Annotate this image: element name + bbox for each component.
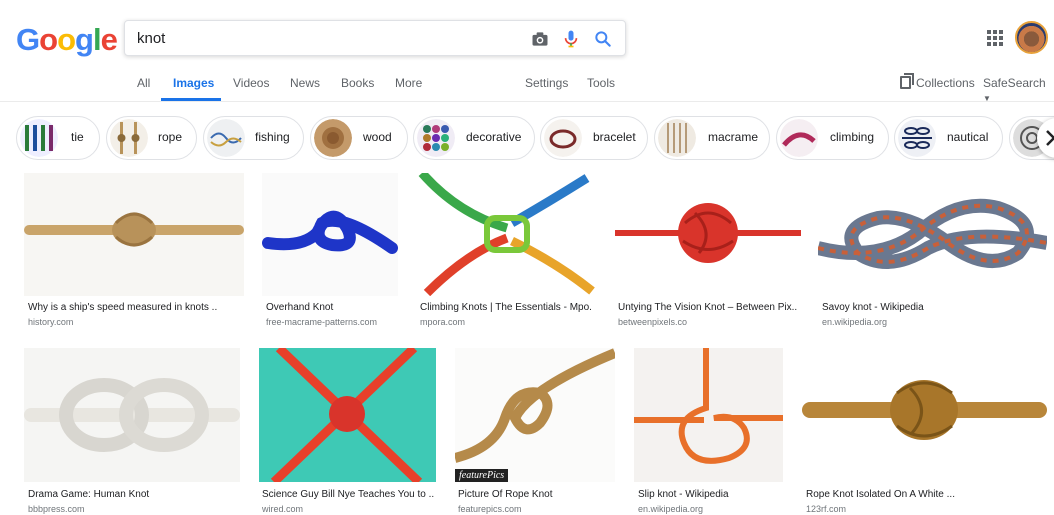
result-title[interactable]: Picture Of Rope Knot: [458, 489, 608, 500]
result-thumbnail[interactable]: [259, 348, 436, 482]
result-source: en.wikipedia.org: [638, 504, 704, 514]
result-title[interactable]: Untying The Vision Knot – Between Pix...: [618, 302, 798, 313]
apps-grid-icon[interactable]: [987, 30, 1003, 46]
chip-label: rope: [158, 130, 183, 144]
result-title[interactable]: Overhand Knot: [266, 302, 396, 313]
result-thumbnail[interactable]: [417, 173, 596, 296]
result-title[interactable]: Drama Game: Human Knot: [28, 489, 228, 500]
logo-letter: e: [100, 22, 118, 57]
watermark: featurePics: [455, 469, 509, 482]
chip-thumbnail: [898, 119, 936, 157]
result-thumbnail[interactable]: [634, 348, 783, 482]
chip-thumbnail: [544, 119, 582, 157]
tab-news[interactable]: News: [290, 76, 320, 90]
safesearch-label: SafeSearch: [983, 76, 1046, 90]
chip-thumbnail: [314, 119, 352, 157]
chevron-right-icon: [1046, 130, 1054, 146]
chip-macrame[interactable]: macrame: [654, 116, 770, 160]
tab-videos[interactable]: Videos: [233, 76, 269, 90]
result-source: free-macrame-patterns.com: [266, 317, 378, 327]
search-tabs: All Images Videos News Books More Settin…: [0, 62, 1054, 104]
result-thumbnail[interactable]: [802, 348, 1047, 482]
chip-fishing[interactable]: fishing: [203, 116, 304, 160]
collections-icon[interactable]: [900, 73, 914, 89]
logo-letter: o: [57, 22, 76, 57]
chip-nautical[interactable]: nautical: [894, 116, 1003, 160]
camera-icon[interactable]: [530, 29, 550, 49]
related-chips: tie rope fishing wood decorative bracele…: [0, 112, 1054, 164]
chip-bracelet[interactable]: bracelet: [540, 116, 648, 160]
tab-more[interactable]: More: [395, 76, 422, 90]
chip-thumbnail: [207, 119, 245, 157]
tab-tools[interactable]: Tools: [587, 76, 615, 90]
chip-thumbnail: [780, 119, 818, 157]
result-source: mpora.com: [420, 317, 466, 327]
result-title[interactable]: Rope Knot Isolated On A White ...: [806, 489, 1006, 500]
chip-label: bracelet: [593, 130, 636, 144]
result-thumbnail[interactable]: [24, 173, 244, 296]
chip-label: climbing: [830, 130, 875, 144]
result-thumbnail[interactable]: [262, 173, 398, 296]
chip-wood[interactable]: wood: [310, 116, 408, 160]
chip-decorative[interactable]: decorative: [413, 116, 535, 160]
chip-label: nautical: [947, 130, 989, 144]
chip-label: tie: [71, 130, 84, 144]
result-source: bbbpress.com: [28, 504, 85, 514]
tab-books[interactable]: Books: [341, 76, 374, 90]
tab-images[interactable]: Images: [173, 76, 214, 90]
result-title[interactable]: Climbing Knots | The Essentials - Mpo...: [420, 302, 592, 313]
chip-label: macrame: [708, 130, 759, 144]
tab-settings[interactable]: Settings: [525, 76, 568, 90]
search-box[interactable]: [124, 20, 626, 56]
result-title[interactable]: Why is a ship's speed measured in knots …: [28, 302, 218, 313]
logo-letter: g: [75, 22, 94, 57]
google-logo[interactable]: Google: [16, 22, 118, 58]
chip-thumbnail: [658, 119, 696, 157]
search-input[interactable]: [137, 30, 517, 47]
chip-rope[interactable]: rope: [106, 116, 197, 160]
chip-label: wood: [363, 130, 392, 144]
result-title[interactable]: Savoy knot - Wikipedia: [822, 302, 1022, 313]
result-thumbnail[interactable]: featurePics: [455, 348, 615, 482]
chip-climbing[interactable]: climbing: [776, 116, 889, 160]
chip-thumbnail: [20, 119, 58, 157]
chip-label: fishing: [255, 130, 290, 144]
result-source: history.com: [28, 317, 74, 327]
logo-letter: l: [92, 22, 102, 57]
result-title[interactable]: Slip knot - Wikipedia: [638, 489, 778, 500]
result-source: wired.com: [262, 504, 304, 514]
result-thumbnail[interactable]: [615, 173, 801, 296]
result-title[interactable]: Science Guy Bill Nye Teaches You to ...: [262, 489, 434, 500]
result-source: 123rf.com: [806, 504, 847, 514]
safesearch-dropdown[interactable]: SafeSearch ▼: [983, 76, 1054, 104]
logo-letter: o: [39, 22, 58, 57]
microphone-icon[interactable]: [561, 29, 581, 49]
chip-tie[interactable]: tie: [16, 116, 100, 160]
active-tab-indicator: [161, 98, 221, 101]
result-source: betweenpixels.co: [618, 317, 688, 327]
chip-label: decorative: [466, 130, 522, 144]
result-thumbnail[interactable]: [24, 348, 240, 482]
collections-link[interactable]: Collections: [916, 76, 975, 90]
result-thumbnail[interactable]: [818, 173, 1047, 296]
chip-thumbnail: [417, 119, 455, 157]
caret-down-icon: ▼: [983, 94, 991, 103]
logo-letter: G: [16, 22, 40, 57]
result-source: en.wikipedia.org: [822, 317, 888, 327]
chip-thumbnail: [110, 119, 148, 157]
tab-all[interactable]: All: [137, 76, 150, 90]
search-icon[interactable]: [593, 29, 613, 49]
avatar[interactable]: [1015, 21, 1048, 54]
result-source: featurepics.com: [458, 504, 522, 514]
